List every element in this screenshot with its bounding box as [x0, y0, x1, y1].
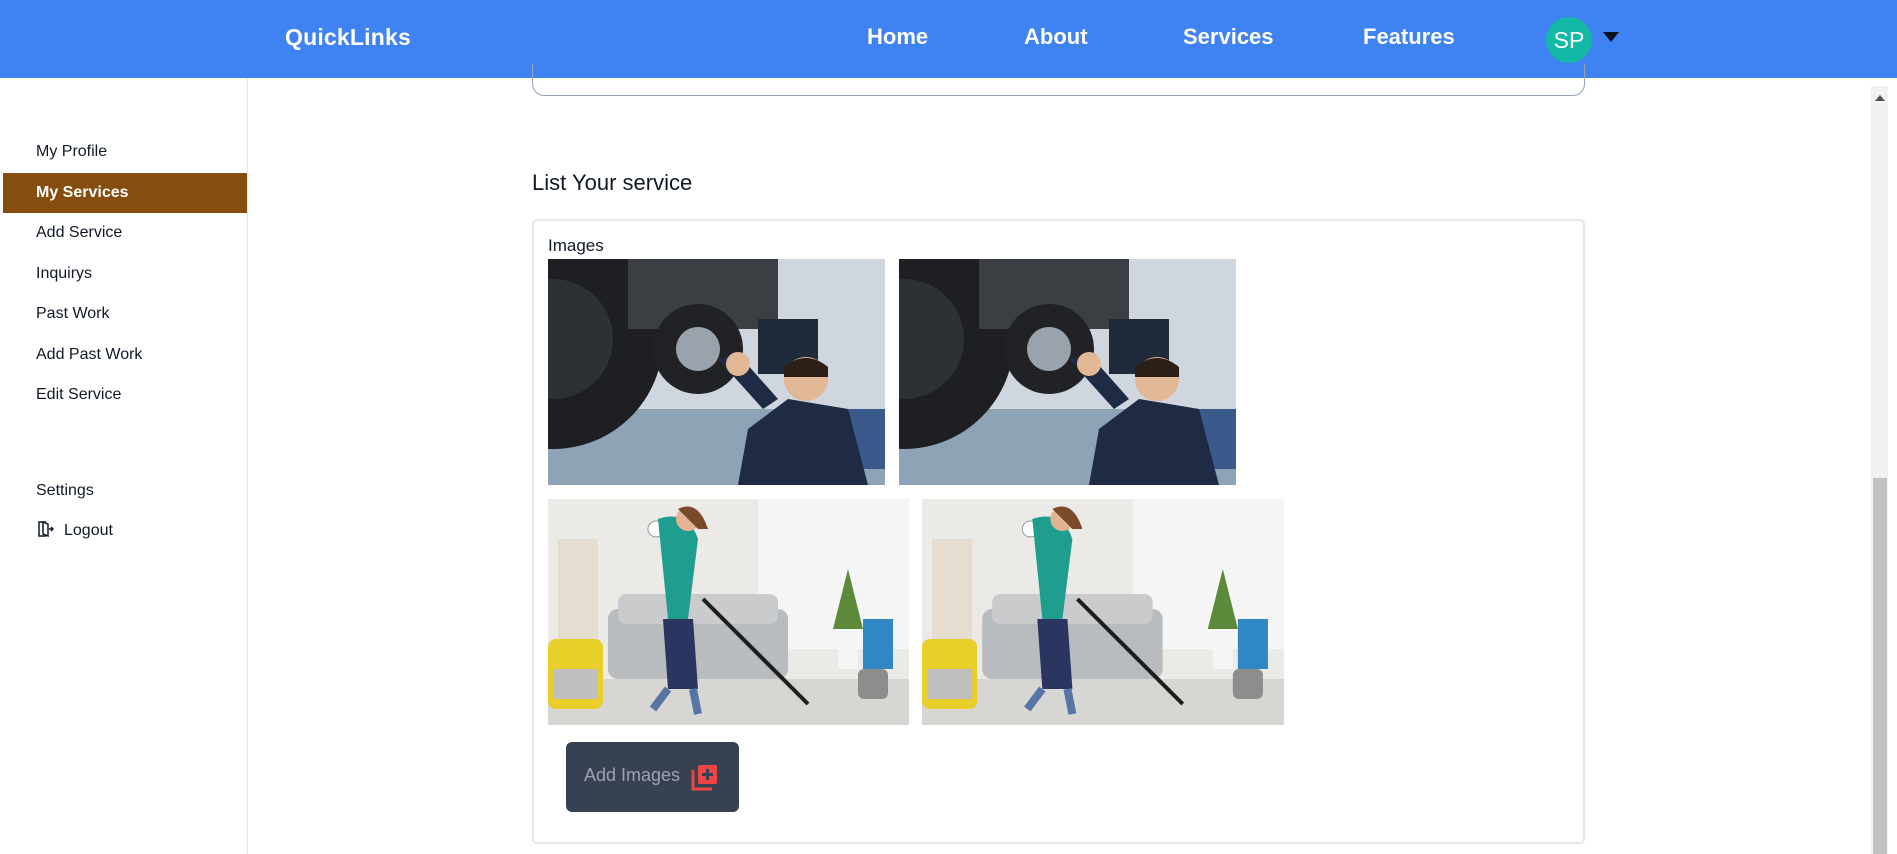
sidebar-item-add-service[interactable]: Add Service	[3, 213, 247, 253]
nav-services[interactable]: Services	[1183, 24, 1274, 50]
sidebar-item-settings[interactable]: Settings	[3, 471, 247, 511]
service-image[interactable]	[548, 499, 909, 725]
brand-logo[interactable]: QuickLinks	[285, 24, 411, 51]
add-image-icon	[691, 765, 717, 791]
nav-home[interactable]: Home	[867, 24, 928, 50]
section-title: List Your service	[532, 170, 693, 195]
sidebar: My Profile My Services Add Service Inqui…	[0, 78, 248, 854]
sidebar-item-my-profile[interactable]: My Profile	[3, 132, 247, 172]
sidebar-item-logout[interactable]: Logout	[3, 511, 247, 551]
scrollbar-thumb[interactable]	[1873, 478, 1887, 854]
service-image[interactable]	[899, 259, 1236, 485]
sidebar-item-add-past-work[interactable]: Add Past Work	[3, 335, 247, 375]
sidebar-item-my-services[interactable]: My Services	[3, 173, 247, 213]
nav-features[interactable]: Features	[1363, 24, 1455, 50]
add-images-button[interactable]: Add Images	[566, 742, 739, 812]
user-avatar[interactable]: SP	[1546, 17, 1592, 63]
sidebar-item-edit-service[interactable]: Edit Service	[3, 375, 247, 415]
scroll-up-arrow-icon[interactable]	[1875, 95, 1885, 101]
logout-icon	[38, 520, 54, 538]
previous-card-bottom-edge	[532, 64, 1585, 96]
add-images-label: Add Images	[584, 765, 681, 785]
service-image[interactable]	[548, 259, 885, 485]
nav-about[interactable]: About	[1024, 24, 1088, 50]
chevron-down-icon[interactable]	[1603, 32, 1619, 42]
sidebar-item-inquirys[interactable]: Inquirys	[3, 254, 247, 294]
service-image[interactable]	[922, 499, 1284, 725]
images-label: Images	[548, 236, 604, 255]
sidebar-item-label: Logout	[64, 522, 113, 539]
sidebar-item-past-work[interactable]: Past Work	[3, 294, 247, 334]
